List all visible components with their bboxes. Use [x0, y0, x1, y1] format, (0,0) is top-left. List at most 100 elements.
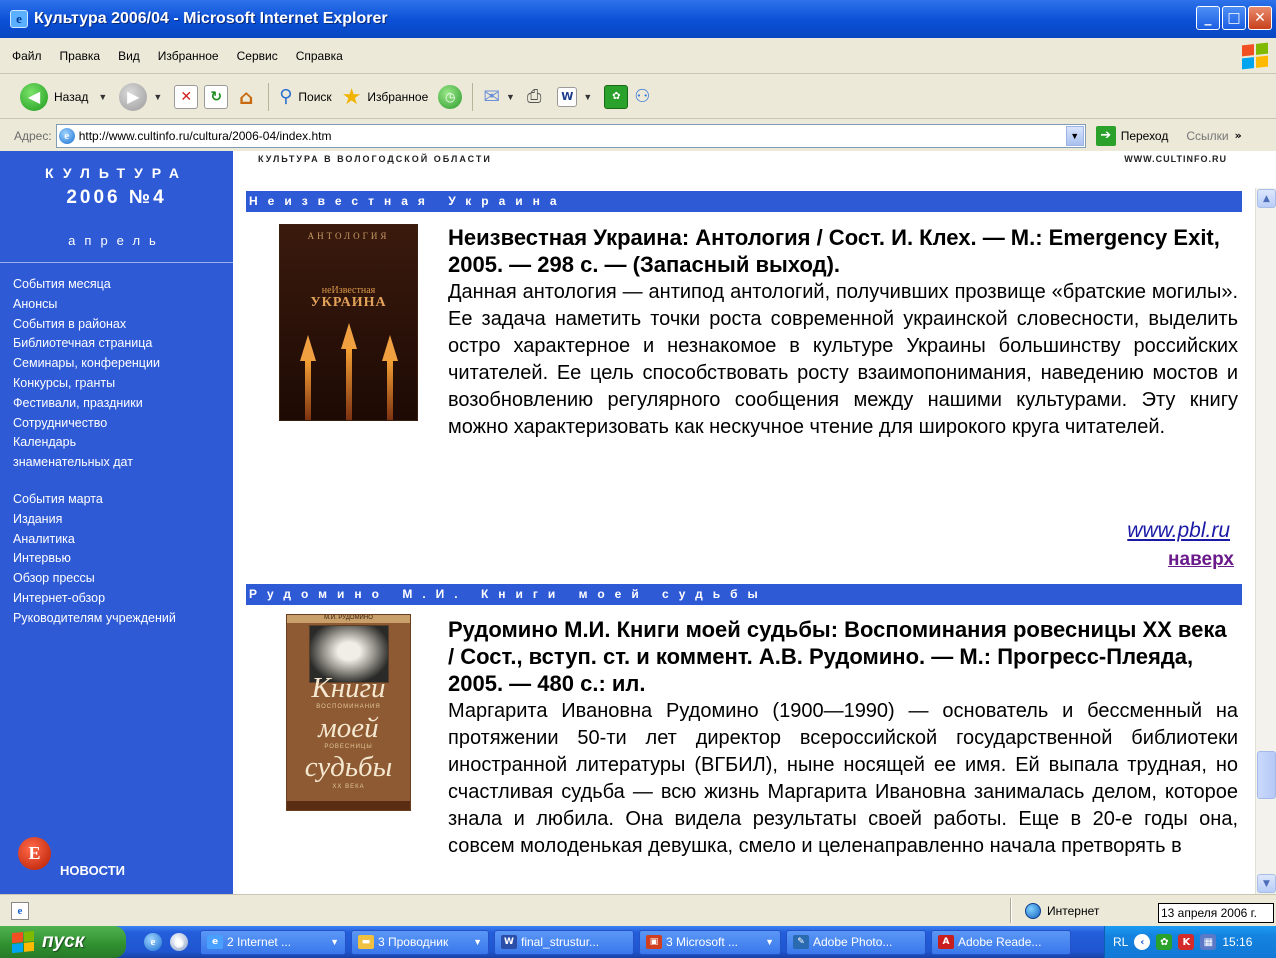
- links-label[interactable]: Ссылки: [1186, 129, 1228, 143]
- go-button[interactable]: ➔ Переход: [1095, 125, 1169, 146]
- start-button[interactable]: пуск: [0, 926, 126, 958]
- minimize-button[interactable]: _: [1196, 6, 1220, 30]
- sidebar-link-publications[interactable]: Издания: [13, 510, 231, 530]
- favorites-star-icon[interactable]: ★: [342, 84, 362, 110]
- start-label: пуск: [42, 931, 85, 952]
- back-button-label[interactable]: Назад: [54, 90, 88, 104]
- cover-caption: XX ВЕКА: [332, 784, 365, 790]
- antivirus-tray-icon[interactable]: K: [1178, 934, 1195, 950]
- sidebar-link-districts[interactable]: События в районах: [13, 315, 231, 335]
- messenger-icon[interactable]: ⚇: [634, 86, 650, 107]
- maximize-button[interactable]: □: [1222, 6, 1246, 30]
- print-icon[interactable]: ⎙: [527, 86, 541, 107]
- favorites-button-label[interactable]: Избранное: [367, 90, 428, 104]
- back-to-top-link[interactable]: наверх: [1168, 549, 1234, 571]
- history-icon[interactable]: ◷: [438, 84, 463, 109]
- clock: 15:16: [1222, 935, 1253, 949]
- cover-footer-band: [287, 801, 410, 810]
- quick-launch: e ◉: [144, 933, 188, 951]
- scroll-up-icon[interactable]: ▲: [1257, 189, 1276, 208]
- sidebar-link-grants[interactable]: Конкурсы, гранты: [13, 374, 231, 394]
- book-title: Неизвестная Украина: Антология / Сост. И…: [448, 225, 1220, 277]
- book-description: Маргарита Ивановна Рудомино (1900—1990) …: [448, 700, 1238, 857]
- address-input[interactable]: e http://www.cultinfo.ru/cultura/2006-04…: [55, 123, 1086, 148]
- sidebar-link-events[interactable]: События месяца: [13, 275, 231, 295]
- stop-icon[interactable]: ✕: [174, 84, 199, 109]
- close-button[interactable]: ✕: [1248, 6, 1272, 30]
- links-chevron-icon[interactable]: »: [1235, 129, 1242, 142]
- status-divider: [1010, 898, 1012, 923]
- vertical-scrollbar[interactable]: ▲ ▼: [1255, 188, 1276, 894]
- sidebar-link-library[interactable]: Библиотечная страница: [13, 334, 231, 354]
- sidebar-link-press[interactable]: Обзор прессы: [13, 569, 231, 589]
- scroll-down-icon[interactable]: ▼: [1257, 874, 1276, 893]
- pbl-link[interactable]: www.pbl.ru: [1127, 519, 1230, 543]
- go-label: Переход: [1120, 128, 1169, 143]
- sidebar: КУЛЬТУРА 2006 №4 апрель События месяца А…: [0, 151, 233, 894]
- task-adobe-reader[interactable]: A Adobe Reade...: [931, 929, 1071, 955]
- menu-bar: Файл Правка Вид Избранное Сервис Справка: [0, 38, 1276, 74]
- news-logo-icon[interactable]: E: [18, 837, 51, 870]
- sidebar-link-calendar-dates[interactable]: знаменательных дат: [13, 453, 231, 473]
- search-icon[interactable]: ⚲: [279, 86, 292, 107]
- sidebar-link-internet-review[interactable]: Интернет-обзор: [13, 589, 231, 609]
- icq-icon[interactable]: ✿: [604, 84, 629, 109]
- forward-icon[interactable]: ▶: [119, 82, 148, 111]
- sidebar-link-festivals[interactable]: Фестивали, праздники: [13, 394, 231, 414]
- book-cover-image: М.И. РУДОМИНО Книги ВОСПОМИНАНИЯ моей РО…: [286, 614, 411, 811]
- scroll-thumb[interactable]: [1257, 751, 1276, 799]
- task-internet-explorer[interactable]: e 2 Internet ... ▼: [200, 929, 346, 955]
- tray-expand-icon[interactable]: ‹: [1134, 934, 1151, 950]
- task-microsoft[interactable]: ▣ 3 Microsoft ... ▼: [639, 929, 781, 955]
- status-date: 13 апреля 2006 г.: [1158, 903, 1274, 923]
- sidebar-link-calendar[interactable]: Календарь: [13, 433, 231, 453]
- sidebar-link-analytics[interactable]: Аналитика: [13, 530, 231, 550]
- page-viewport: КУЛЬТУРА 2006 №4 апрель События месяца А…: [0, 151, 1276, 894]
- sidebar-link-cooperation[interactable]: Сотрудничество: [13, 414, 231, 434]
- edit-word-icon[interactable]: W: [557, 86, 578, 107]
- back-dropdown-icon[interactable]: ▼: [98, 92, 107, 102]
- menu-tools[interactable]: Сервис: [237, 49, 278, 63]
- refresh-icon[interactable]: ↻: [204, 84, 229, 109]
- task-photoshop[interactable]: ✎ Adobe Photo...: [786, 929, 926, 955]
- news-link[interactable]: НОВОСТИ: [60, 863, 125, 878]
- section-bar: Неизвестная Украина: [246, 191, 1242, 212]
- sidebar-issue: 2006 №4: [66, 187, 167, 208]
- home-icon[interactable]: ⌂: [234, 85, 258, 109]
- window-title: Культура 2006/04 - Microsoft Internet Ex…: [34, 10, 388, 27]
- title-bar: e Культура 2006/04 - Microsoft Internet …: [0, 0, 1276, 38]
- menu-view[interactable]: Вид: [118, 49, 140, 63]
- desktop-quicklaunch-icon[interactable]: ◉: [170, 933, 188, 951]
- icq-tray-icon[interactable]: ✿: [1156, 934, 1173, 950]
- address-bar: Адрес: e http://www.cultinfo.ru/cultura/…: [0, 120, 1276, 151]
- site-header-left: КУЛЬТУРА В ВОЛОГОДСКОЙ ОБЛАСТИ: [258, 154, 492, 164]
- book-description: Данная антология — антипод антологий, по…: [448, 281, 1238, 438]
- mail-dropdown-icon[interactable]: ▼: [506, 92, 515, 102]
- address-dropdown-icon[interactable]: ▼: [1065, 125, 1084, 146]
- task-word-document[interactable]: W final_strustur...: [494, 929, 634, 955]
- edit-dropdown-icon[interactable]: ▼: [583, 92, 592, 102]
- address-url[interactable]: http://www.cultinfo.ru/cultura/2006-04/i…: [79, 129, 332, 143]
- network-tray-icon[interactable]: ▦: [1200, 934, 1217, 950]
- sidebar-link-interview[interactable]: Интервью: [13, 549, 231, 569]
- sidebar-link-seminars[interactable]: Семинары, конференции: [13, 354, 231, 374]
- menu-file[interactable]: Файл: [12, 49, 42, 63]
- language-indicator[interactable]: RL: [1113, 935, 1128, 949]
- search-button-label[interactable]: Поиск: [298, 90, 331, 104]
- cover-series-text: АНТОЛОГИЯ: [307, 231, 390, 241]
- cover-title-word: судьбы: [304, 751, 393, 783]
- site-header-right: WWW.CULTINFO.RU: [1124, 154, 1227, 164]
- mail-icon[interactable]: ✉: [483, 84, 500, 109]
- task-explorer[interactable]: ▬ 3 Проводник ▼: [351, 929, 489, 955]
- cover-title-text: УКРАИНА: [310, 295, 387, 310]
- back-icon[interactable]: ◀: [20, 82, 48, 111]
- menu-help[interactable]: Справка: [296, 49, 343, 63]
- sidebar-link-managers[interactable]: Руководителям учреждений: [13, 609, 231, 629]
- forward-dropdown-icon[interactable]: ▼: [153, 92, 162, 102]
- menu-favorites[interactable]: Избранное: [158, 49, 219, 63]
- menu-edit[interactable]: Правка: [60, 49, 101, 63]
- windows-logo-icon: [1242, 42, 1268, 70]
- ie-quicklaunch-icon[interactable]: e: [144, 933, 162, 951]
- sidebar-link-announcements[interactable]: Анонсы: [13, 295, 231, 315]
- sidebar-link-march-events[interactable]: События марта: [13, 490, 231, 510]
